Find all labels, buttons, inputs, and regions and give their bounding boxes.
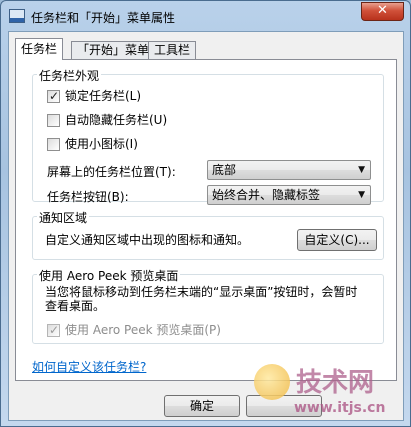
taskbar-location-label: 屏幕上的任务栏位置(T): bbox=[47, 165, 176, 179]
close-button[interactable]: ✕ bbox=[361, 2, 404, 21]
small-icons-label: 使用小图标(I) bbox=[65, 137, 138, 151]
aero-peek-checkbox-label: 使用 Aero Peek 预览桌面(P) bbox=[65, 323, 221, 337]
dropdown-arrow-icon: ▼ bbox=[358, 190, 365, 200]
notification-area-title: 通知区域 bbox=[37, 209, 90, 226]
tab-toolbars[interactable]: 工具栏 bbox=[148, 41, 197, 59]
taskbar-app-icon bbox=[9, 9, 25, 23]
checkbox-box bbox=[47, 138, 60, 151]
check-icon: ✓ bbox=[49, 323, 60, 337]
customize-button[interactable]: 自定义(C)... bbox=[297, 229, 377, 251]
watermark-title: 技术网 bbox=[296, 368, 375, 398]
appearance-group-title: 任务栏外观 bbox=[37, 67, 102, 84]
title-bar[interactable]: 任务栏和「开始」菜单属性 ✕ bbox=[1, 1, 410, 31]
aero-peek-title: 使用 Aero Peek 预览桌面 bbox=[37, 267, 181, 284]
dropdown-arrow-icon: ▼ bbox=[358, 165, 365, 175]
taskbar-buttons-select[interactable]: 始终合并、隐藏标签 ▼ bbox=[207, 185, 371, 205]
tab-taskbar[interactable]: 任务栏 bbox=[15, 38, 64, 60]
checkbox-box bbox=[47, 114, 60, 127]
notification-area-group: 通知区域 自定义通知区域中出现的图标和通知。 自定义(C)... bbox=[32, 209, 384, 260]
autohide-taskbar-label: 自动隐藏任务栏(U) bbox=[65, 113, 168, 127]
check-icon: ✓ bbox=[49, 89, 60, 103]
notification-area-description: 自定义通知区域中出现的图标和通知。 bbox=[45, 233, 250, 247]
customize-taskbar-help-link[interactable]: 如何自定义该任务栏? bbox=[32, 358, 146, 375]
tab-start-menu[interactable]: 「开始」菜单 bbox=[71, 41, 156, 59]
taskbar-tab-panel: 任务栏外观 ✓ 锁定任务栏(L) 自动隐藏任务栏(U) 使用小图标(I) 屏幕上… bbox=[15, 59, 397, 381]
taskbar-location-select[interactable]: 底部 ▼ bbox=[207, 160, 371, 180]
lock-taskbar-label: 锁定任务栏(L) bbox=[65, 89, 142, 103]
checkbox-box: ✓ bbox=[47, 89, 60, 103]
window-title: 任务栏和「开始」菜单属性 bbox=[31, 11, 176, 25]
taskbar-buttons-value: 始终合并、隐藏标签 bbox=[212, 188, 321, 202]
watermark-url: www.itjs.cn bbox=[294, 400, 386, 416]
taskbar-location-value: 底部 bbox=[212, 163, 237, 177]
ok-button[interactable]: 确定 bbox=[164, 395, 240, 417]
taskbar-properties-window: 任务栏和「开始」菜单属性 ✕ 任务栏 「开始」菜单 工具栏 任务栏外观 ✓ 锁定… bbox=[0, 0, 411, 427]
appearance-group: 任务栏外观 ✓ 锁定任务栏(L) 自动隐藏任务栏(U) 使用小图标(I) 屏幕上… bbox=[32, 67, 384, 205]
watermark-logo-icon bbox=[254, 364, 290, 400]
checkbox-box: ✓ bbox=[47, 323, 60, 337]
aero-peek-description-line2: 查看桌面。 bbox=[45, 299, 106, 313]
taskbar-buttons-label: 任务栏按钮(B): bbox=[47, 190, 129, 204]
aero-peek-description-line1: 当您将鼠标移动到任务栏末端的“显示桌面”按钮时，会暂时 bbox=[45, 285, 358, 299]
watermark: 技术网 www.itjs.cn bbox=[254, 362, 404, 422]
aero-peek-group: 使用 Aero Peek 预览桌面 当您将鼠标移动到任务栏末端的“显示桌面”按钮… bbox=[32, 267, 384, 344]
